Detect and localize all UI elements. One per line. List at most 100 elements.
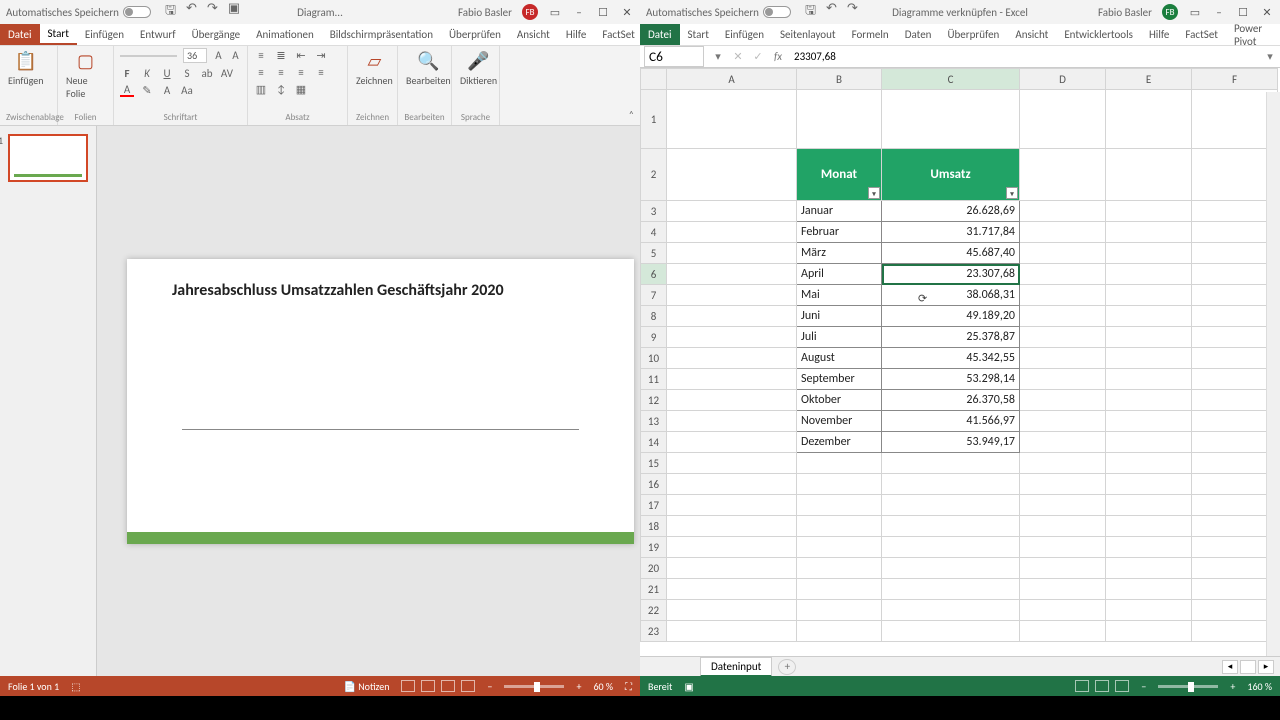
scroll-first-icon[interactable]: ◂ [1222,660,1238,674]
cell-month[interactable]: Februar [797,222,882,243]
ribbon-mode-icon[interactable]: ▭ [1188,5,1202,19]
save-icon[interactable]: 🖫 [805,1,816,23]
maximize-icon[interactable]: ☐ [1236,5,1250,19]
name-box[interactable] [644,46,704,67]
bullets-icon[interactable]: ≡ [254,48,268,62]
undo-icon[interactable]: ↶ [186,1,197,23]
cell-value[interactable]: 53.949,17 [882,432,1020,453]
row-header[interactable]: 5 [641,243,667,264]
tab-factset[interactable]: FactSet [1177,24,1226,45]
header-monat[interactable]: Monat▾ [797,149,882,201]
cell-month[interactable]: April [797,264,882,285]
redo-icon[interactable]: ↷ [847,1,858,23]
page-break-icon[interactable] [1115,680,1129,692]
tab-einfuegen[interactable]: Einfügen [717,24,772,45]
fx-icon[interactable]: fx [768,50,788,63]
indent-dec-icon[interactable]: ⇤ [294,48,308,62]
highlight-icon[interactable]: ✎ [140,83,154,97]
sorter-view-icon[interactable] [421,680,435,692]
zoom-level[interactable]: 60 % [593,680,613,693]
cell-month[interactable]: Juli [797,327,882,348]
row-header[interactable]: 21 [641,579,667,600]
find-button[interactable]: 🔍Bearbeiten [404,48,453,89]
row-header[interactable]: 8 [641,306,667,327]
tab-daten[interactable]: Daten [897,24,940,45]
tab-hilfe[interactable]: Hilfe [558,24,594,45]
filter-icon[interactable]: ▾ [868,187,880,199]
strike-icon[interactable]: S [180,66,194,80]
page-layout-icon[interactable] [1095,680,1109,692]
dictate-button[interactable]: 🎤Diktieren [458,48,499,89]
text-dir-icon[interactable]: ↕ [274,82,288,96]
row-header[interactable]: 1 [641,90,667,149]
slideshow-icon[interactable]: ▣ [228,1,240,23]
cell-value[interactable]: 41.566,97 [882,411,1020,432]
font-size-box[interactable]: 36 [183,48,207,63]
tab-file[interactable]: Datei [0,24,40,45]
col-header-E[interactable]: E [1106,69,1192,90]
clear-format-icon[interactable]: A [160,83,174,97]
minimize-icon[interactable]: – [572,5,586,19]
zoom-slider[interactable] [1158,685,1218,688]
add-sheet-button[interactable]: + [778,659,796,675]
tab-hilfe[interactable]: Hilfe [1141,24,1177,45]
close-icon[interactable]: ✕ [1260,5,1274,19]
notes-toggle[interactable]: 📄 Notizen [344,680,390,693]
shrink-font-icon[interactable]: A [230,49,241,63]
cell-month[interactable]: Mai [797,285,882,306]
zoom-out-icon[interactable]: − [1141,680,1146,693]
font-color-icon[interactable]: A [120,83,134,97]
row-header[interactable]: 15 [641,453,667,474]
tab-factset[interactable]: FactSet [594,24,643,45]
reading-view-icon[interactable] [441,680,455,692]
spacing-icon[interactable]: AV [220,66,234,80]
save-icon[interactable]: 🖫 [165,1,176,23]
underline-icon[interactable]: U [160,66,174,80]
cell-value[interactable]: 31.717,84 [882,222,1020,243]
cell-value[interactable]: 53.298,14 [882,369,1020,390]
cell-month[interactable]: Januar [797,201,882,222]
tab-einfuegen[interactable]: Einfügen [77,24,132,45]
grow-font-icon[interactable]: A [213,49,224,63]
close-icon[interactable]: ✕ [620,5,634,19]
active-cell[interactable]: 23.307,68 [882,264,1020,285]
zoom-in-icon[interactable]: + [576,680,581,693]
ribbon-mode-icon[interactable]: ▭ [548,5,562,19]
col-header-C[interactable]: C [882,69,1020,90]
cell-value[interactable]: 26.370,58 [882,390,1020,411]
redo-icon[interactable]: ↷ [207,1,218,23]
row-header[interactable]: 22 [641,600,667,621]
tab-seitenlayout[interactable]: Seitenlayout [772,24,844,45]
row-header[interactable]: 3 [641,201,667,222]
row-header[interactable]: 11 [641,369,667,390]
row-header[interactable]: 4 [641,222,667,243]
cell-month[interactable]: Oktober [797,390,882,411]
paste-button[interactable]: 📋Einfügen [6,48,46,89]
tab-powerpivot[interactable]: Power Pivot [1226,24,1270,45]
row-header[interactable]: 23 [641,621,667,642]
italic-icon[interactable]: K [140,66,154,80]
tab-presentation[interactable]: Bildschirmpräsentation [322,24,441,45]
tab-ueberpruefen[interactable]: Überprüfen [441,24,509,45]
macro-rec-icon[interactable]: ▣ [684,680,693,693]
collapse-ribbon-icon[interactable]: ˄ [629,108,634,121]
cell-value[interactable]: 26.628,69 [882,201,1020,222]
select-all-corner[interactable] [641,69,667,90]
user-avatar[interactable]: FB [1162,4,1178,20]
cell-month[interactable]: Juni [797,306,882,327]
cancel-fx-icon[interactable]: ✕ [728,50,748,63]
sheet-tab[interactable]: Dateninput [700,657,772,677]
row-header[interactable]: 7 [641,285,667,306]
shadow-icon[interactable]: ab [200,66,214,80]
tab-start[interactable]: Start [40,24,77,45]
col-header-D[interactable]: D [1020,69,1106,90]
filter-icon[interactable]: ▾ [1006,187,1018,199]
search-box[interactable]: 🔍Suchen [1270,28,1280,41]
col-header-A[interactable]: A [667,69,797,90]
row-header[interactable]: 17 [641,495,667,516]
cell-month[interactable]: September [797,369,882,390]
row-header[interactable]: 14 [641,432,667,453]
autosave-toggle[interactable] [123,6,151,18]
col-header-F[interactable]: F [1192,69,1278,90]
formula-value[interactable]: 23307,68 [788,50,1260,63]
